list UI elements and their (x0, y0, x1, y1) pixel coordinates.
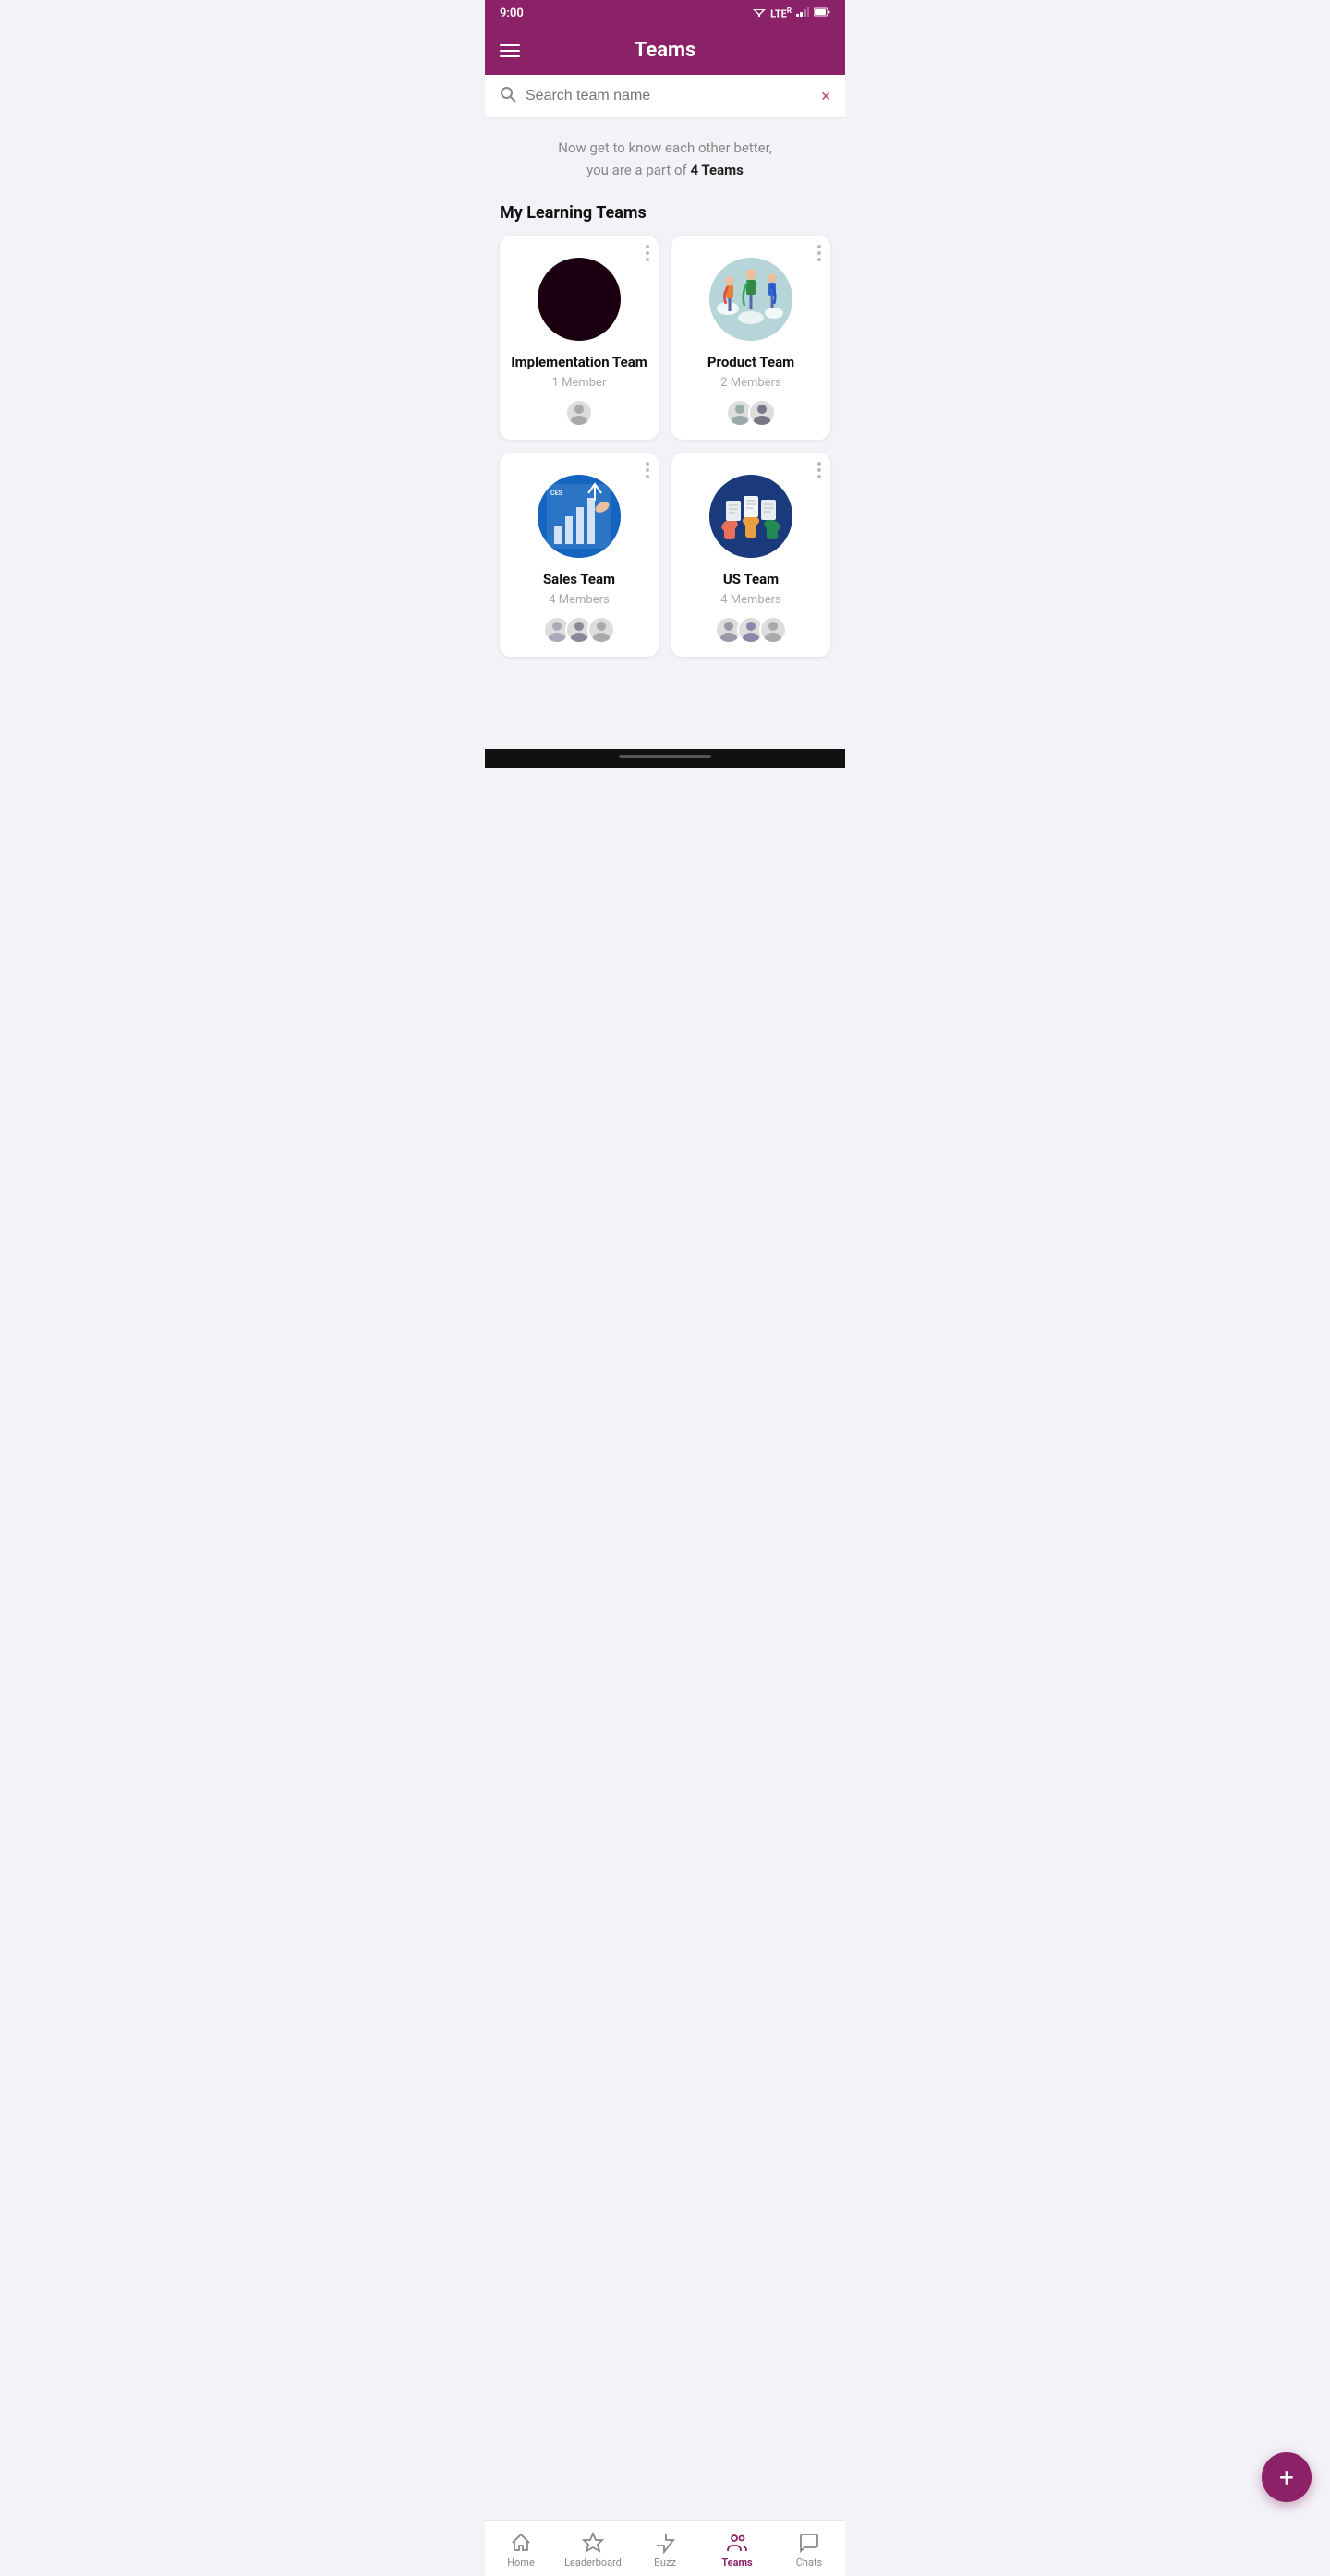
nav-label-buzz: Buzz (654, 2557, 676, 2569)
team-members-product: 2 Members (683, 376, 819, 390)
team-card-implementation[interactable]: Implementation Team 1 Member (500, 236, 659, 440)
menu-button[interactable] (500, 44, 520, 57)
nav-item-teams[interactable]: Teams (701, 2528, 773, 2572)
signal-icon (796, 6, 809, 19)
team-members-implementation: 1 Member (511, 376, 647, 390)
team-name-sales: Sales Team (511, 571, 647, 587)
bottom-navigation: Home Leaderboard Buzz Teams Chats (485, 2520, 845, 2576)
main-content: Now get to know each other better, you a… (485, 118, 845, 675)
search-bar: × (485, 75, 845, 118)
team-card-us[interactable]: US Team 4 Members (671, 453, 830, 657)
team-members-us: 4 Members (683, 593, 819, 607)
member-avatars-sales (511, 616, 647, 644)
page-title: Teams (635, 39, 696, 62)
team-name-product: Product Team (683, 354, 819, 370)
status-time: 9:00 (500, 6, 524, 20)
member-avatars-implementation (511, 399, 647, 427)
team-members-sales: 4 Members (511, 593, 647, 607)
card-menu-sales[interactable] (646, 462, 649, 478)
search-input[interactable] (526, 88, 812, 104)
teams-intro: Now get to know each other better, you a… (500, 137, 830, 181)
section-title: My Learning Teams (500, 203, 830, 223)
teams-count: 4 Teams (690, 162, 743, 178)
nav-label-chats: Chats (796, 2557, 822, 2569)
clear-search-button[interactable]: × (821, 87, 830, 106)
member-avatars-us (683, 616, 819, 644)
team-avatar-implementation (538, 258, 621, 341)
lte-label: LTER (770, 6, 792, 20)
member-avatar (748, 399, 776, 427)
teams-grid: Implementation Team 1 Member (500, 236, 830, 675)
nav-item-buzz[interactable]: Buzz (629, 2528, 701, 2572)
home-bar (485, 749, 845, 768)
member-avatars-product (683, 399, 819, 427)
nav-item-leaderboard[interactable]: Leaderboard (557, 2528, 629, 2572)
status-bar: 9:00 LTER (485, 0, 845, 26)
team-card-sales[interactable]: CES Sales Team 4 Members (500, 453, 659, 657)
nav-label-home: Home (507, 2557, 535, 2569)
create-team-button[interactable]: + (1262, 2452, 1312, 2502)
svg-text:CES: CES (550, 490, 563, 497)
member-avatar (759, 616, 787, 644)
search-icon (500, 86, 516, 106)
status-icons: LTER (753, 6, 830, 20)
team-name-us: US Team (683, 571, 819, 587)
battery-icon (814, 6, 830, 19)
team-avatar-product (709, 258, 792, 341)
home-indicator (619, 755, 711, 758)
nav-label-leaderboard: Leaderboard (564, 2557, 622, 2569)
card-menu-product[interactable] (817, 245, 821, 261)
team-avatar-us (709, 475, 792, 558)
member-avatar (587, 616, 615, 644)
nav-item-home[interactable]: Home (485, 2528, 557, 2572)
page-header: Teams (485, 26, 845, 75)
wifi-icon (753, 6, 766, 19)
team-name-implementation: Implementation Team (511, 354, 647, 370)
nav-label-teams: Teams (721, 2557, 752, 2569)
card-menu-us[interactable] (817, 462, 821, 478)
card-menu-implementation[interactable] (646, 245, 649, 261)
team-avatar-sales: CES (538, 475, 621, 558)
team-card-product[interactable]: Product Team 2 Members (671, 236, 830, 440)
nav-item-chats[interactable]: Chats (773, 2528, 845, 2572)
member-avatar (565, 399, 593, 427)
